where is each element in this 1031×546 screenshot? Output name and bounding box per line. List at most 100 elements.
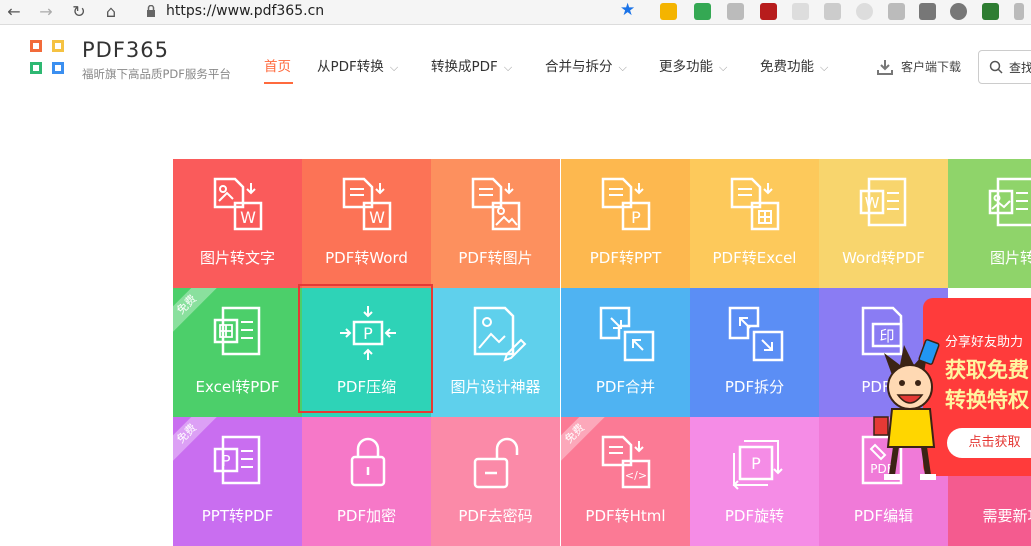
tile-label: PDF加密 [336,507,397,525]
tile-label: PDF转图片 [458,249,533,267]
tile-label: PDF去密码 [458,507,533,525]
extension-icon[interactable] [660,3,677,20]
promo-claim-button[interactable]: 点击获取 [947,428,1031,458]
chevron-down-icon: ⌵ [719,61,728,74]
nav-merge-split[interactable]: 合并与拆分 ⌵ [545,55,627,75]
tile-label: PDF拆分 [724,378,785,396]
nav-free[interactable]: 免费功能 ⌵ [760,55,828,75]
svg-text:</>: </> [625,469,647,482]
excel-to-pdf-icon [213,306,261,356]
url-text: https://www.pdf365.cn [166,3,325,19]
client-download-link[interactable]: 客户端下载 [877,58,961,75]
svg-text:P: P [751,454,761,473]
browser-toolbar: ← → ↻ ⌂ https://www.pdf365.cn ★ [0,0,1031,25]
tile-label: PDF转Excel [712,249,797,267]
download-icon [877,60,893,75]
shield-icon[interactable] [982,3,999,20]
pdf-extension-icon[interactable] [760,3,777,20]
tile-label: Word转PDF [842,249,925,267]
tile-pdf-rotate[interactable]: P PDF旋转 [690,417,819,546]
chevron-down-icon: ⌵ [389,61,399,74]
tile-label: PDF转Html [585,507,666,525]
tile-word-to-pdf[interactable]: W Word转PDF [819,159,948,288]
brand-name[interactable]: PDF365 [82,38,169,62]
image-designer-icon [473,306,527,362]
tile-label: PDF转Word [325,249,408,267]
bookmark-star-icon[interactable]: ★ [620,0,635,20]
tile-pdf-remove-password[interactable]: PDF去密码 [431,417,560,546]
extension-icon[interactable] [1014,3,1024,20]
image-to-pdf-icon [988,177,1031,227]
tile-label: 需要新功 [982,507,1031,525]
search-box[interactable]: 查找 [978,50,1031,84]
image-extension-icon[interactable] [888,3,905,20]
forward-icon[interactable]: → [36,2,56,22]
tile-excel-to-pdf[interactable]: 免费 Excel转PDF [173,288,302,417]
tile-image-to-text[interactable]: W 图片转文字 [173,159,302,288]
pdf-to-html-icon: </> [601,435,651,489]
nav-to-pdf[interactable]: 转换成PDF ⌵ [431,55,512,75]
svg-text:W: W [369,208,385,227]
tile-label: PDF编辑 [853,507,914,525]
svg-text:W: W [240,208,256,227]
logo[interactable] [30,40,72,82]
active-nav-underline [264,82,293,84]
nav-from-pdf[interactable]: 从PDF转换 ⌵ [317,55,398,75]
split-icon [728,306,784,362]
promo-headline: 获取免费 [945,358,1029,382]
image-to-text-icon: W [213,177,263,231]
extension-icon[interactable] [824,3,841,20]
tile-label: Excel转PDF [195,378,280,396]
tile-pdf-merge[interactable]: PDF合并 [561,288,690,417]
lock-icon [147,5,155,17]
back-icon[interactable]: ← [4,2,24,22]
tile-label: PDF合并 [595,378,656,396]
home-icon[interactable]: ⌂ [101,2,121,22]
pdf-to-ppt-icon: P [601,177,651,231]
reload-icon[interactable]: ↻ [69,2,89,22]
search-icon [989,60,1003,74]
svg-text:P: P [221,452,230,470]
download-extension-icon[interactable] [950,3,967,20]
nav-label: 合并与拆分 [545,59,613,75]
nav-home[interactable]: 首页 [264,55,291,75]
promo-subtitle: 分享好友助力 [945,335,1024,350]
brand-slogan: 福昕旗下高品质PDF服务平台 [82,67,231,81]
tile-pdf-encrypt[interactable]: PDF加密 [302,417,431,546]
download-label: 客户端下载 [901,60,962,74]
tile-pdf-to-html[interactable]: 免费 </> PDF转Html [561,417,690,546]
cloud-icon[interactable] [792,3,809,20]
selection-highlight [298,284,433,413]
nav-label: 免费功能 [760,59,814,75]
tile-ppt-to-pdf[interactable]: 免费 P PPT转PDF [173,417,302,546]
lock-icon [350,437,386,487]
pdf-to-image-icon [471,177,521,231]
extension-icon[interactable] [856,3,873,20]
cartoon-mascot-icon [873,339,940,480]
download-extension-icon[interactable] [919,3,936,20]
tile-pdf-split[interactable]: PDF拆分 [690,288,819,417]
ppt-to-pdf-icon: P [213,435,261,485]
nav-label: 更多功能 [659,59,713,75]
tile-label: 图片转文字 [199,249,275,267]
tile-image-to-pdf[interactable]: 图片转 [948,159,1031,288]
tile-pdf-to-image[interactable]: PDF转图片 [431,159,560,288]
pdf-to-excel-icon [730,177,780,231]
nav-label: 首页 [264,59,291,75]
nav-more[interactable]: 更多功能 ⌵ [659,55,727,75]
tile-image-designer[interactable]: 图片设计神器 [431,288,560,417]
tile-label: 图片转 [989,249,1031,267]
extension-icon[interactable] [694,3,711,20]
svg-text:W: W [865,194,880,212]
tile-label: PPT转PDF [201,507,274,525]
tile-pdf-to-word[interactable]: W PDF转Word [302,159,431,288]
tile-label: PDF旋转 [724,507,785,525]
search-label: 查找 [1009,61,1031,75]
nav-label: 从PDF转换 [317,59,384,75]
tile-pdf-to-ppt[interactable]: P PDF转PPT [561,159,690,288]
merge-icon [599,306,655,362]
tile-pdf-to-excel[interactable]: PDF转Excel [690,159,819,288]
unlock-icon [473,437,519,489]
shield-icon[interactable] [727,3,744,20]
word-to-pdf-icon: W [859,177,907,227]
